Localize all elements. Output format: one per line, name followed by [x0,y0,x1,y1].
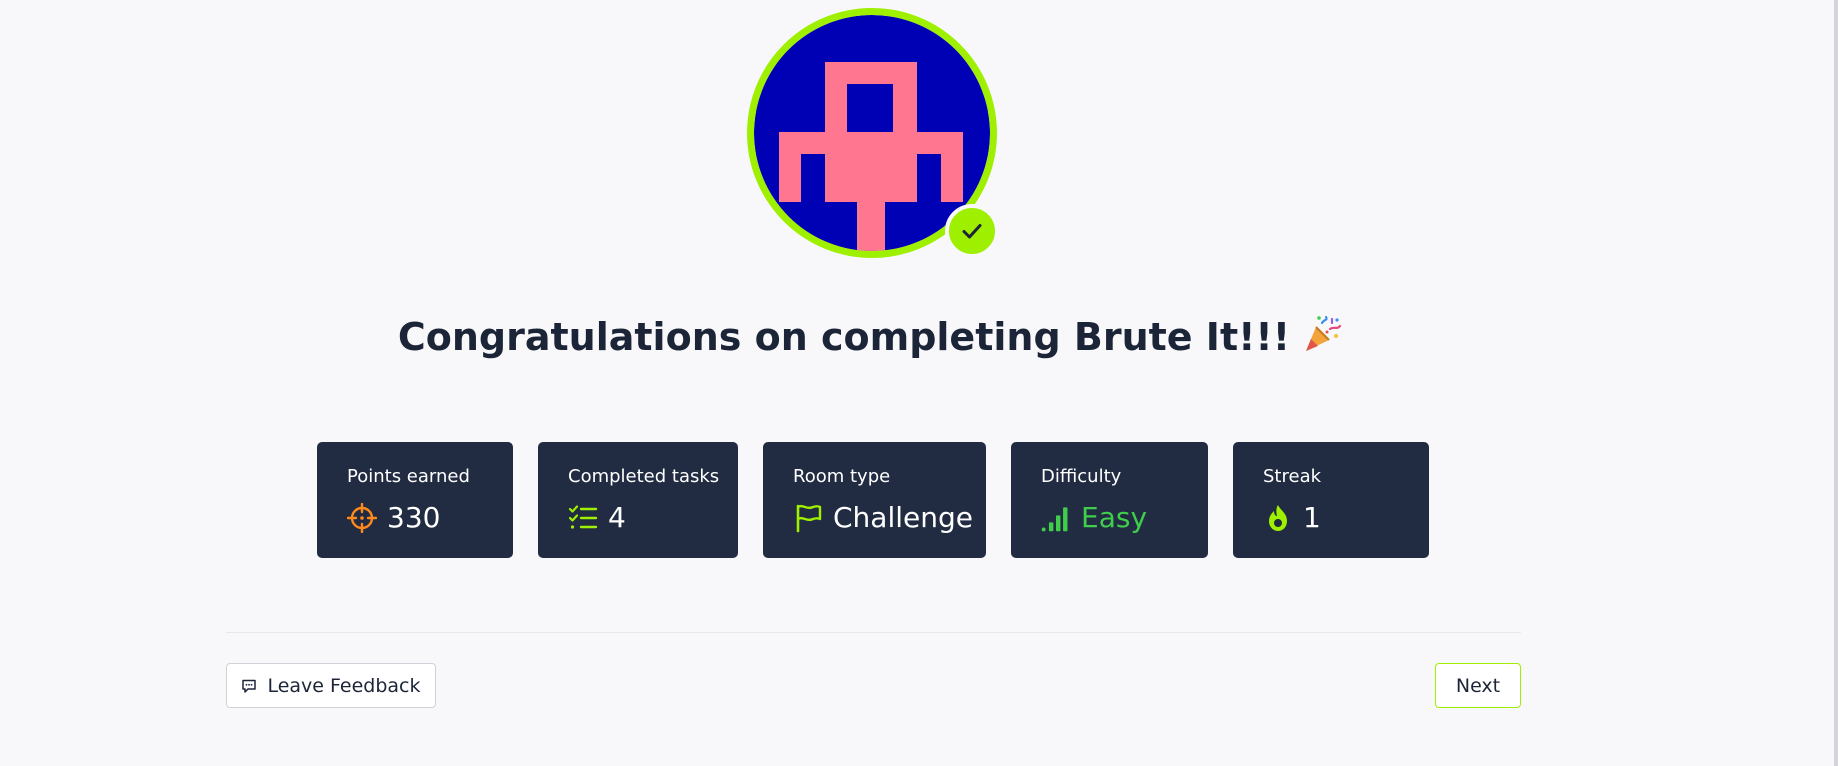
feedback-chat-icon [241,678,257,694]
completion-title: Congratulations on completing Brute It!!… [397,315,1291,359]
check-badge [945,204,999,258]
leave-feedback-label: Leave Feedback [267,674,421,697]
stat-value: Challenge [833,501,973,534]
stat-card-room-type: Room type Challenge [763,442,986,558]
flame-icon [1263,503,1293,533]
next-button[interactable]: Next [1435,663,1521,708]
stat-card-points: Points earned 330 [317,442,513,558]
scrollbar-thumb[interactable] [1834,0,1838,766]
crosshair-icon [347,502,377,533]
stat-card-difficulty: Difficulty Easy [1011,442,1208,558]
next-label: Next [1455,674,1501,697]
stat-card-streak: Streak 1 [1233,442,1429,558]
stat-value: 330 [387,501,441,534]
check-icon [962,224,982,239]
stat-label: Streak [1263,466,1322,487]
stat-value: Easy [1081,501,1148,534]
signal-bars-icon [1041,503,1071,533]
flag-icon [793,503,823,533]
task-list-icon [568,503,598,533]
leave-feedback-button[interactable]: Leave Feedback [226,663,436,708]
stat-label: Room type [793,466,891,487]
scrollbar[interactable] [1834,0,1838,766]
party-popper-icon [1302,314,1342,363]
stat-label: Completed tasks [568,466,720,487]
stat-label: Difficulty [1041,466,1122,487]
stat-value: 4 [608,501,626,534]
stat-label: Points earned [347,466,470,487]
completion-heading: Congratulations on completing Brute It!!… [0,314,1740,363]
stat-card-completed-tasks: Completed tasks 4 [538,442,738,558]
footer-divider [226,632,1521,633]
stat-value: 1 [1303,501,1321,534]
room-avatar [747,8,999,258]
